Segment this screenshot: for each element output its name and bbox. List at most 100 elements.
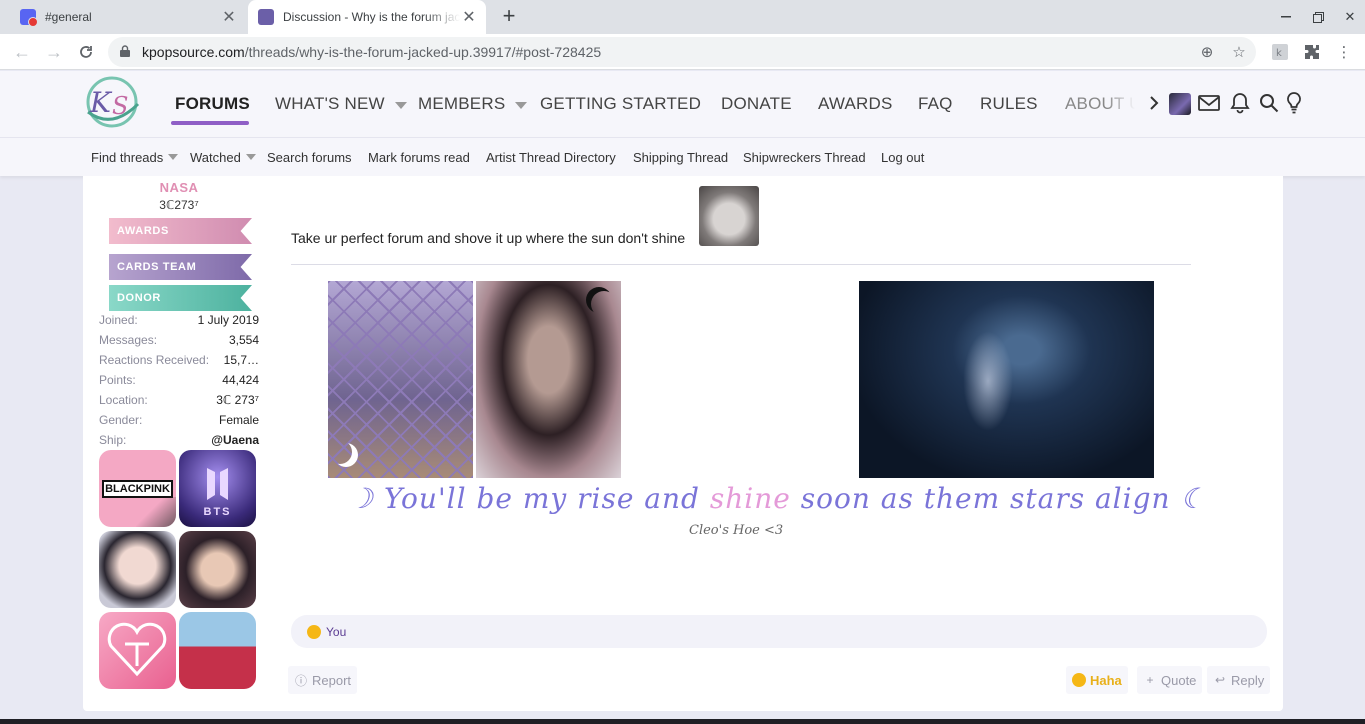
blackpink-badge[interactable]: BLACKPINK bbox=[99, 450, 176, 527]
subnav-search-forums[interactable]: Search forums bbox=[267, 150, 352, 165]
chevron-down-icon[interactable] bbox=[394, 101, 407, 109]
extension-icon[interactable]: k bbox=[1270, 42, 1290, 62]
haha-label: Haha bbox=[1090, 672, 1122, 688]
crescent-moon-icon bbox=[586, 287, 612, 313]
info-value: Female bbox=[218, 413, 259, 427]
reaction-users-link[interactable]: You bbox=[326, 625, 346, 639]
info-location: Location: 3ℂ 273⁷ bbox=[99, 393, 259, 409]
bts-badge[interactable]: BTS bbox=[179, 450, 256, 527]
chevron-right-icon[interactable] bbox=[1143, 92, 1165, 114]
quote-label: Quote bbox=[1161, 672, 1197, 688]
signature-credit: Cleo's Hoe <3 bbox=[689, 523, 784, 538]
reactions-bar[interactable]: You bbox=[291, 615, 1267, 648]
info-label: Joined: bbox=[99, 313, 138, 327]
subnav-log-out[interactable]: Log out bbox=[881, 150, 924, 165]
awards-banner: Awards bbox=[109, 218, 252, 244]
chevron-down-icon[interactable] bbox=[168, 154, 179, 160]
svg-text:S: S bbox=[112, 92, 128, 120]
blackpink-logo-text: BLACKPINK bbox=[102, 480, 173, 498]
bell-icon[interactable] bbox=[1229, 92, 1251, 114]
heart-logo-icon bbox=[107, 622, 167, 677]
menu-kebab-icon[interactable]: ⋮ bbox=[1334, 42, 1354, 62]
address-bar[interactable]: kpopsource.com/threads/why-is-the-forum-… bbox=[108, 37, 1256, 67]
close-tab-icon[interactable]: ✕ bbox=[220, 8, 238, 26]
user-title: 3ℂ273⁷ bbox=[159, 198, 199, 212]
new-tab-plus-icon[interactable]: + bbox=[498, 5, 520, 28]
url-text: kpopsource.com/threads/why-is-the-forum-… bbox=[142, 44, 601, 60]
nav-donate[interactable]: DONATE bbox=[721, 71, 792, 137]
bookmark-star-icon[interactable]: ☆ bbox=[1230, 43, 1248, 61]
heart-logo-badge[interactable] bbox=[99, 612, 176, 689]
signature-image-1 bbox=[328, 281, 473, 478]
browser-tab-general[interactable]: #general ✕ bbox=[8, 0, 246, 34]
info-label: Gender: bbox=[99, 413, 143, 427]
signature-image-2 bbox=[476, 281, 621, 478]
figure-highlight bbox=[963, 331, 1013, 431]
subnav-mark-read[interactable]: Mark forums read bbox=[368, 150, 470, 165]
search-icon[interactable] bbox=[1258, 92, 1280, 114]
back-arrow-icon[interactable]: ← bbox=[9, 39, 35, 65]
info-gender: Gender: Female bbox=[99, 413, 259, 429]
subnav-watched[interactable]: Watched bbox=[190, 150, 256, 165]
nav-forums[interactable]: FORUMS bbox=[175, 71, 250, 137]
info-circle-icon: ⓘ bbox=[294, 673, 307, 688]
subnav-shipping-thread[interactable]: Shipping Thread bbox=[633, 150, 728, 165]
forum-post: NASA 3ℂ273⁷ Awards Cards Team Donor Join… bbox=[83, 176, 1283, 711]
group-photo-badge[interactable] bbox=[179, 612, 256, 689]
close-tab-icon[interactable]: ✕ bbox=[460, 8, 478, 26]
puzzle-extensions-icon[interactable] bbox=[1302, 42, 1322, 62]
quote-button[interactable]: + Quote bbox=[1137, 666, 1203, 694]
user-avatar[interactable] bbox=[1169, 93, 1191, 115]
close-window-icon[interactable]: ✕ bbox=[1334, 0, 1365, 34]
member-badge-2[interactable] bbox=[179, 531, 256, 608]
info-value: 3,554 bbox=[228, 333, 259, 347]
report-button[interactable]: ⓘ Report bbox=[288, 666, 358, 694]
forward-arrow-icon[interactable]: → bbox=[41, 39, 67, 65]
info-ship: Ship: @Uaena bbox=[99, 433, 259, 449]
report-label: Report bbox=[312, 672, 352, 688]
nav-members[interactable]: MEMBERS bbox=[418, 71, 528, 137]
subnav-label: Find threads bbox=[91, 150, 164, 165]
nav-awards[interactable]: AWARDS bbox=[818, 71, 893, 137]
nav-getting-started[interactable]: GETTING STARTED bbox=[540, 71, 701, 137]
info-value: 1 July 2019 bbox=[197, 313, 259, 327]
haha-emoji-icon bbox=[1072, 673, 1086, 687]
reply-button[interactable]: ↩ Reply bbox=[1207, 666, 1271, 694]
post-text: Take ur perfect forum and shove it up wh… bbox=[291, 230, 686, 246]
restore-icon[interactable] bbox=[1302, 0, 1334, 34]
username[interactable]: NASA bbox=[83, 180, 275, 195]
subnav-shipwreckers-thread[interactable]: Shipwreckers Thread bbox=[743, 150, 866, 165]
info-points: Points: 44,424 bbox=[99, 373, 259, 389]
subnav-find-threads[interactable]: Find threads bbox=[91, 150, 179, 165]
reload-icon[interactable] bbox=[73, 39, 99, 65]
info-value: 15,7… bbox=[223, 353, 259, 367]
bts-label: BTS bbox=[203, 506, 232, 518]
info-label: Messages: bbox=[99, 333, 158, 347]
member-badge-1[interactable] bbox=[99, 531, 176, 608]
minimize-icon[interactable] bbox=[1270, 0, 1302, 34]
envelope-icon[interactable] bbox=[1198, 92, 1220, 114]
info-value: 44,424 bbox=[222, 373, 259, 387]
nav-rules[interactable]: RULES bbox=[980, 71, 1038, 137]
subnav-artist-directory[interactable]: Artist Thread Directory bbox=[486, 150, 616, 165]
site-logo[interactable]: K S bbox=[82, 74, 144, 128]
lightbulb-icon[interactable] bbox=[1283, 92, 1305, 114]
info-value: 3ℂ 273⁷ bbox=[216, 393, 259, 407]
ks-favicon-icon bbox=[258, 9, 274, 25]
info-value[interactable]: @Uaena bbox=[211, 433, 259, 447]
nav-about[interactable]: ABOUT U bbox=[1065, 71, 1135, 137]
info-reactions: Reactions Received: 15,7… bbox=[99, 353, 259, 369]
reply-arrow-icon: ↩ bbox=[1214, 673, 1226, 687]
nav-label: WHAT'S NEW bbox=[275, 94, 385, 113]
sub-navigation: Find threads Watched Search forums Mark … bbox=[0, 137, 1365, 176]
nav-whats-new[interactable]: WHAT'S NEW bbox=[275, 71, 407, 137]
add-site-icon[interactable]: ⊕ bbox=[1198, 43, 1216, 61]
nav-faq[interactable]: FAQ bbox=[918, 71, 953, 137]
chevron-down-icon[interactable] bbox=[515, 101, 528, 109]
browser-tab-discussion[interactable]: Discussion - Why is the forum jacked up … bbox=[248, 0, 486, 34]
badge-shadow bbox=[136, 497, 176, 527]
info-label: Points: bbox=[99, 373, 136, 387]
haha-reaction-button[interactable]: Haha bbox=[1066, 666, 1128, 694]
chevron-down-icon[interactable] bbox=[245, 154, 256, 160]
url-domain: kpopsource.com bbox=[142, 44, 245, 60]
